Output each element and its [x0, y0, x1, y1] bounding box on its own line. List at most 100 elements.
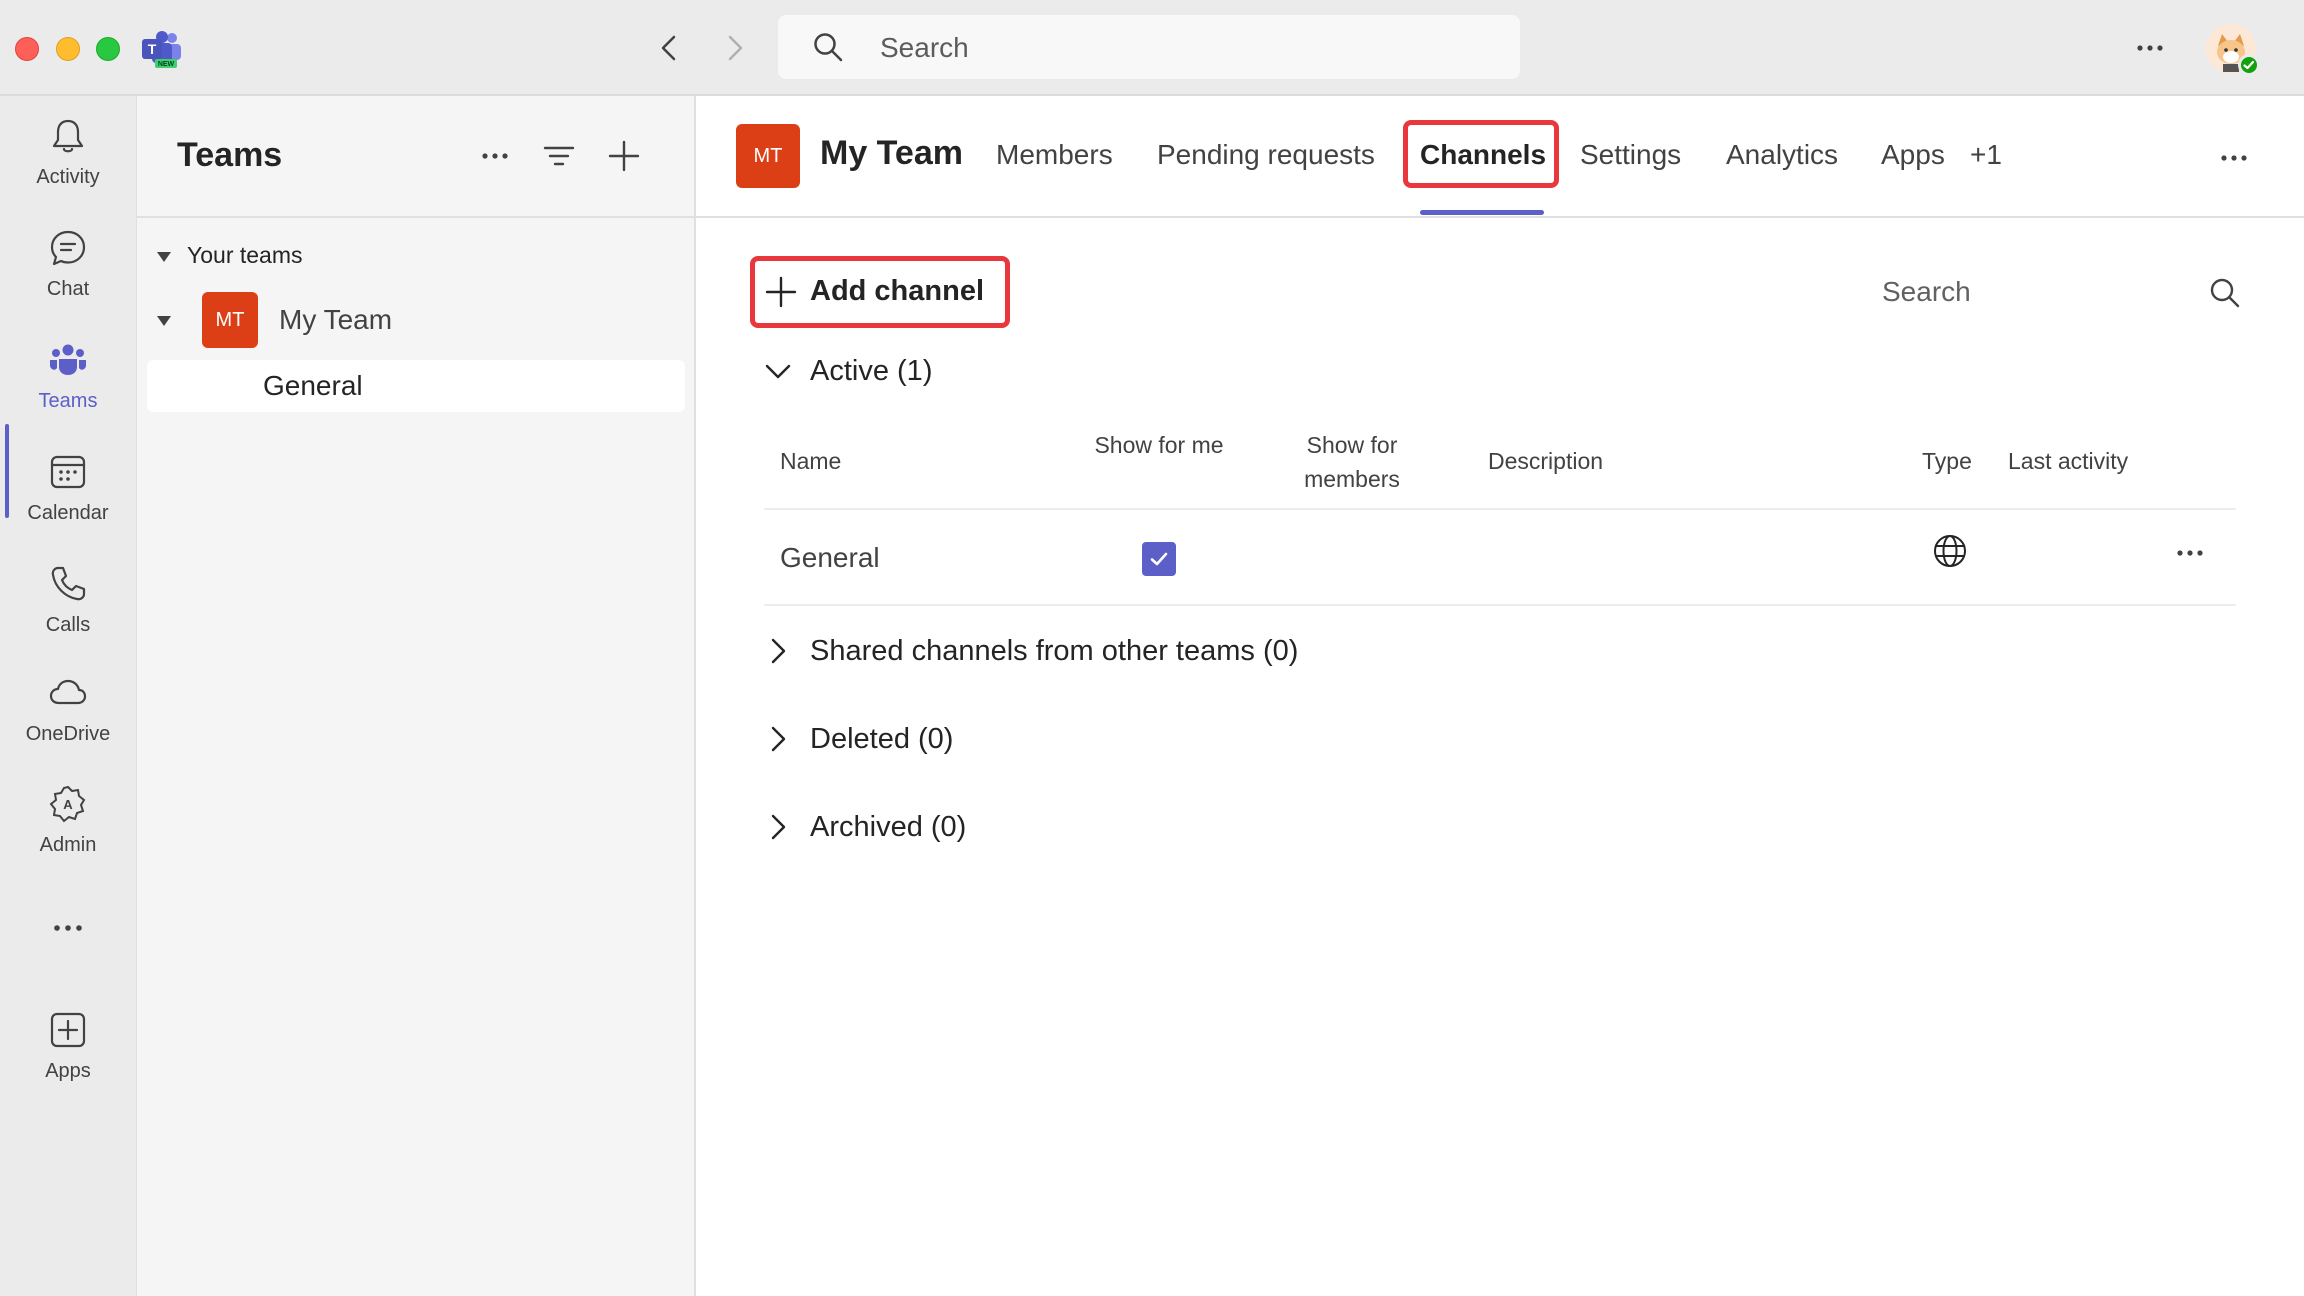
rail-label-calendar: Calendar: [27, 502, 109, 524]
panel-divider: [137, 216, 695, 218]
row-divider: [764, 604, 2236, 606]
chevron-right-icon: [771, 638, 786, 664]
team-header: MT My Team Members Pending requests Chan…: [696, 96, 2304, 218]
main-content: MT My Team Members Pending requests Chan…: [696, 96, 2304, 1296]
more-options-icon[interactable]: [2212, 138, 2256, 178]
your-teams-header[interactable]: Your teams: [157, 242, 303, 269]
teams-icon: [50, 344, 86, 375]
tab-pending-requests[interactable]: Pending requests: [1157, 139, 1375, 171]
shared-channels-section-toggle[interactable]: Shared channels from other teams (0): [764, 626, 1464, 676]
rail-item-calls[interactable]: Calls: [0, 564, 136, 664]
active-section-toggle[interactable]: Active (1): [764, 346, 1064, 396]
team-avatar: MT: [202, 292, 258, 348]
rail-label-apps: Apps: [45, 1060, 91, 1082]
channel-search-input[interactable]: Search: [1882, 276, 1971, 308]
team-title: My Team: [820, 134, 963, 172]
shared-channels-label: Shared channels from other teams (0): [810, 635, 1299, 667]
presence-available-badge: [2238, 54, 2260, 76]
column-header-show-for-members: Show for members: [1304, 432, 1400, 492]
tab-members[interactable]: Members: [996, 139, 1113, 171]
channel-name: General: [263, 370, 363, 401]
tab-settings[interactable]: Settings: [1580, 139, 1681, 171]
column-header-description: Description: [1488, 448, 1604, 474]
tab-overflow-count[interactable]: +1: [1970, 139, 2002, 171]
channels-tab-highlight: [1403, 120, 1559, 188]
search-placeholder: Search: [880, 32, 969, 63]
global-search-input[interactable]: Search: [778, 15, 1520, 79]
rail-item-admin[interactable]: A Admin: [0, 784, 136, 884]
checkmark-icon: [1150, 552, 1168, 566]
chevron-down-icon: [765, 364, 791, 379]
row-more-options-icon[interactable]: [2170, 536, 2210, 570]
teams-list-panel: Teams Your teams MT My Team General: [136, 96, 696, 1296]
admin-icon: A: [49, 785, 86, 823]
forward-arrow-icon[interactable]: [716, 30, 752, 66]
active-tab-indicator: [1420, 210, 1544, 215]
show-for-me-checkbox[interactable]: [1142, 542, 1176, 576]
caret-down-icon: [157, 316, 171, 326]
title-bar: T NEW Search: [0, 0, 2304, 96]
chevron-right-icon: [771, 726, 786, 752]
maximize-window-button[interactable]: [96, 37, 120, 61]
header-divider: [764, 508, 2236, 510]
more-options-icon[interactable]: [473, 136, 517, 176]
channel-item-general[interactable]: General: [147, 360, 685, 412]
user-avatar[interactable]: [2206, 24, 2260, 76]
archived-section-toggle[interactable]: Archived (0): [764, 802, 1164, 852]
app-rail: Activity Chat Teams Calendar Calls OneDr…: [0, 96, 136, 1296]
calendar-icon: [50, 455, 86, 489]
checkmark-icon: [2243, 60, 2255, 70]
search-icon[interactable]: [2208, 276, 2242, 310]
tab-analytics[interactable]: Analytics: [1726, 139, 1838, 171]
svg-text:A: A: [63, 797, 73, 812]
archived-label: Archived (0): [810, 811, 967, 843]
chat-icon: [50, 230, 86, 266]
rail-label-calls: Calls: [45, 614, 91, 636]
more-icon: [54, 925, 82, 931]
search-icon: [814, 33, 843, 62]
new-badge: NEW: [158, 61, 175, 68]
column-header-show-for-me: Show for me: [1094, 432, 1224, 458]
rail-item-calendar[interactable]: Calendar: [0, 452, 136, 552]
column-header-last-activity[interactable]: Last activity: [2008, 444, 2128, 478]
close-window-button[interactable]: [15, 37, 39, 61]
add-channel-highlight: [750, 256, 1010, 328]
phone-icon: [51, 566, 86, 601]
deleted-section-toggle[interactable]: Deleted (0): [764, 714, 1164, 764]
channel-row-name[interactable]: General: [780, 542, 880, 574]
teams-logo-icon: T NEW: [142, 31, 181, 68]
column-header-name[interactable]: Name: [780, 444, 841, 478]
panel-title: Teams: [177, 136, 283, 174]
bell-icon: [52, 119, 84, 153]
rail-label-teams: Teams: [38, 390, 98, 412]
rail-item-activity[interactable]: Activity: [0, 116, 136, 216]
add-icon[interactable]: [602, 136, 646, 176]
rail-label-chat: Chat: [46, 278, 90, 300]
active-section-label: Active (1): [810, 355, 933, 387]
filter-icon[interactable]: [537, 136, 581, 176]
cloud-icon: [49, 679, 87, 705]
rail-label-onedrive: OneDrive: [25, 723, 111, 745]
rail-label-activity: Activity: [36, 166, 100, 188]
rail-item-onedrive[interactable]: OneDrive: [0, 673, 136, 773]
rail-item-teams[interactable]: Teams: [0, 340, 136, 440]
your-teams-label: Your teams: [187, 242, 303, 268]
rail-item-chat[interactable]: Chat: [0, 228, 136, 328]
back-arrow-icon[interactable]: [652, 30, 688, 66]
team-avatar: MT: [736, 124, 800, 188]
svg-text:T: T: [148, 41, 157, 57]
team-name: My Team: [279, 304, 393, 335]
caret-down-icon: [157, 251, 171, 262]
chevron-right-icon: [771, 814, 786, 840]
team-item[interactable]: MT My Team: [157, 292, 677, 348]
rail-more-apps[interactable]: [0, 908, 136, 948]
tab-apps[interactable]: Apps: [1881, 139, 1945, 171]
minimize-window-button[interactable]: [56, 37, 80, 61]
rail-item-apps[interactable]: Apps: [0, 1010, 136, 1110]
rail-label-admin: Admin: [39, 834, 97, 856]
add-apps-icon: [50, 1012, 86, 1048]
deleted-label: Deleted (0): [810, 723, 954, 755]
globe-icon: [1934, 535, 1966, 567]
column-header-type: Type: [1922, 448, 1972, 474]
more-options-icon[interactable]: [2128, 28, 2172, 68]
